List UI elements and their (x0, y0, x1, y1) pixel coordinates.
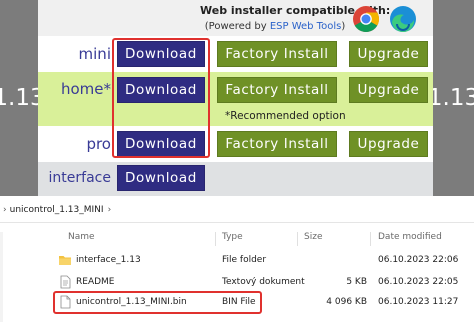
row-label-pro: pro (86, 135, 111, 153)
subtitle-suffix: ) (341, 21, 346, 32)
file-date: 06.10.2023 11:27 (378, 297, 459, 307)
download-highlight-box (112, 38, 210, 158)
upgrade-button-pro[interactable]: Upgrade (349, 131, 428, 157)
web-installer-title: Web installer compatible with: (200, 4, 391, 17)
column-header-type[interactable]: Type (222, 232, 243, 242)
installer-panel: 1.13 1.13 Web installer compatible with:… (0, 0, 474, 196)
file-highlight-box (53, 291, 262, 314)
file-row[interactable]: interface_1.13 File folder 06.10.2023 22… (0, 250, 474, 272)
file-size: 4 096 KB (326, 297, 367, 307)
chevron-right-icon: › (3, 205, 7, 215)
folder-icon (59, 256, 71, 265)
column-separator[interactable] (215, 232, 216, 246)
row-label-home: home* (60, 80, 111, 98)
column-header-name[interactable]: Name (68, 232, 95, 242)
row-pro: pro Download Factory Install Upgrade (38, 126, 433, 162)
web-installer-subtitle: (Powered by ESP Web Tools) (200, 21, 350, 32)
column-header-date[interactable]: Date modified (378, 232, 442, 242)
text-file-icon (60, 275, 71, 289)
upgrade-button-mini[interactable]: Upgrade (349, 41, 428, 67)
file-date: 06.10.2023 22:05 (378, 277, 459, 287)
edge-icon (390, 6, 416, 33)
breadcrumb-folder[interactable]: unicontrol_1.13_MINI (10, 205, 104, 215)
column-separator[interactable] (297, 232, 298, 246)
file-date: 06.10.2023 22:06 (378, 255, 459, 265)
version-label-right: 1.13 (427, 85, 474, 111)
file-type: File folder (222, 255, 267, 265)
column-separator[interactable] (370, 232, 371, 246)
version-strip-left: 1.13 (0, 0, 45, 196)
row-label-mini: mini (78, 45, 111, 63)
file-name: README (76, 277, 115, 287)
file-size: 5 KB (346, 277, 367, 287)
breadcrumb: › unicontrol_1.13_MINI › (0, 203, 111, 217)
esp-web-tools-link[interactable]: ESP Web Tools (270, 21, 342, 32)
web-installer-header: Web installer compatible with: (Powered … (200, 4, 391, 32)
upgrade-button-home[interactable]: Upgrade (349, 77, 428, 103)
factory-install-button-home[interactable]: Factory Install (217, 77, 337, 103)
download-button-interface[interactable]: Download (117, 165, 205, 191)
chevron-right-icon[interactable]: › (108, 205, 112, 215)
file-name: interface_1.13 (76, 255, 141, 265)
row-mini: mini Download Factory Install Upgrade (38, 36, 433, 72)
version-strip-right: 1.13 (428, 0, 474, 196)
chrome-icon (353, 6, 380, 33)
row-home: home* Download Factory Install Upgrade *… (38, 72, 433, 126)
file-type: Textový dokument (222, 277, 305, 287)
column-header-size[interactable]: Size (304, 232, 322, 242)
recommended-note: *Recommended option (225, 110, 346, 122)
row-interface: interface Download (38, 162, 433, 196)
column-headers: Name Type Size Date modified (0, 232, 474, 246)
factory-install-button-pro[interactable]: Factory Install (217, 131, 337, 157)
factory-install-button-mini[interactable]: Factory Install (217, 41, 337, 67)
explorer-divider (0, 222, 474, 223)
subtitle-prefix: (Powered by (204, 21, 270, 32)
row-label-interface: interface (48, 170, 111, 186)
